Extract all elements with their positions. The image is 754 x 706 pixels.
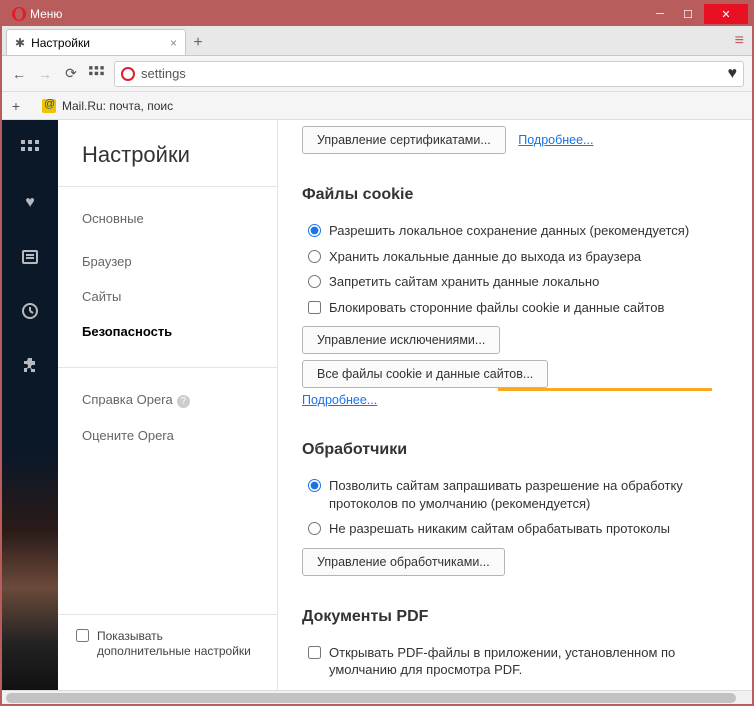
back-button[interactable]: ← bbox=[10, 65, 28, 83]
highlight-underline bbox=[498, 388, 712, 391]
reload-button[interactable]: ⟳ bbox=[62, 65, 80, 83]
sidebar-heading: Настройки bbox=[58, 142, 277, 186]
tab-strip: ✱ Настройки × + ≡ bbox=[2, 26, 752, 56]
opera-logo-icon bbox=[12, 7, 26, 21]
help-icon: ? bbox=[177, 395, 190, 408]
section-handlers: Обработчики Позволить сайтам запрашивать… bbox=[302, 441, 728, 582]
tab-settings[interactable]: ✱ Настройки × bbox=[6, 29, 186, 55]
cookie-opt-third[interactable]: Блокировать сторонние файлы cookie и дан… bbox=[302, 295, 728, 321]
address-input[interactable] bbox=[141, 66, 737, 81]
https-more-link[interactable]: Подробнее... bbox=[518, 133, 593, 147]
cookie-opt-block[interactable]: Запретить сайтам хранить данные локально bbox=[302, 269, 728, 295]
pdf-opt[interactable]: Открывать PDF-файлы в приложении, устано… bbox=[302, 640, 728, 683]
settings-panel[interactable]: HTTPS/SSL Управление сертификатами... По… bbox=[278, 120, 752, 690]
cookie-opt-session[interactable]: Хранить локальные данные до выхода из бр… bbox=[302, 244, 728, 270]
close-button[interactable]: ✕ bbox=[704, 4, 748, 24]
advanced-settings-checkbox[interactable]: Показывать дополнительные настройки bbox=[76, 629, 259, 660]
cookie-exceptions-button[interactable]: Управление исключениями... bbox=[302, 326, 500, 354]
speed-dial-icon[interactable] bbox=[88, 65, 106, 83]
menu-label: Меню bbox=[30, 7, 62, 21]
tab-menu-icon[interactable]: ≡ bbox=[735, 32, 744, 50]
add-bookmark-button[interactable]: + bbox=[8, 98, 24, 114]
close-tab-icon[interactable]: × bbox=[170, 36, 177, 50]
navbar: ← → ⟳ ♥ bbox=[2, 56, 752, 92]
minimize-button[interactable]: ─ bbox=[646, 4, 674, 24]
manage-certificates-button[interactable]: Управление сертификатами... bbox=[302, 126, 506, 154]
scrollbar-thumb[interactable] bbox=[6, 693, 736, 703]
new-tab-button[interactable]: + bbox=[186, 31, 210, 55]
sidebar-item-rate[interactable]: Оцените Opera bbox=[58, 418, 277, 453]
manage-handlers-button[interactable]: Управление обработчиками... bbox=[302, 548, 505, 576]
menu-button[interactable]: Меню bbox=[6, 7, 68, 21]
sidebar-item-browser[interactable]: Браузер bbox=[58, 244, 277, 279]
horizontal-scrollbar[interactable] bbox=[2, 690, 752, 704]
sidebar-item-sites[interactable]: Сайты bbox=[58, 279, 277, 314]
speeddial-rail-icon[interactable] bbox=[19, 138, 41, 160]
section-cookies-heading: Файлы cookie bbox=[302, 186, 728, 204]
sidebar-item-security[interactable]: Безопасность bbox=[58, 314, 277, 349]
handlers-opt-deny[interactable]: Не разрешать никаким сайтам обрабатывать… bbox=[302, 516, 728, 542]
section-pdf-heading: Документы PDF bbox=[302, 608, 728, 626]
sidebar-item-basic[interactable]: Основные bbox=[58, 201, 277, 236]
section-cookies: Файлы cookie Разрешить локальное сохране… bbox=[302, 186, 728, 415]
news-rail-icon[interactable] bbox=[19, 246, 41, 268]
content-area: ♥ Настройки Основные Браузер Сайты Безоп… bbox=[2, 120, 752, 690]
bookmark-item[interactable]: Mail.Ru: почта, поис bbox=[62, 99, 173, 113]
handlers-opt-allow[interactable]: Позволить сайтам запрашивать разрешение … bbox=[302, 473, 728, 516]
tab-title: Настройки bbox=[31, 36, 90, 50]
cookie-all-data-button[interactable]: Все файлы cookie и данные сайтов... bbox=[302, 360, 548, 388]
section-pdf: Документы PDF Открывать PDF-файлы в прил… bbox=[302, 608, 728, 683]
cookies-more-link[interactable]: Подробнее... bbox=[302, 393, 377, 407]
history-rail-icon[interactable] bbox=[19, 300, 41, 322]
bookmark-favicon bbox=[42, 99, 56, 113]
address-bar[interactable]: ♥ bbox=[114, 61, 744, 87]
bookmark-heart-icon[interactable]: ♥ bbox=[728, 65, 738, 83]
browser-window: Меню ─ ☐ ✕ ✱ Настройки × + ≡ ← → ⟳ ♥ + bbox=[0, 0, 754, 706]
forward-button[interactable]: → bbox=[36, 65, 54, 83]
extensions-rail-icon[interactable] bbox=[19, 354, 41, 376]
titlebar: Меню ─ ☐ ✕ bbox=[2, 2, 752, 26]
sidebar-item-help[interactable]: Справка Opera? bbox=[58, 382, 277, 418]
settings-sidebar: Настройки Основные Браузер Сайты Безопас… bbox=[58, 120, 278, 690]
heart-rail-icon[interactable]: ♥ bbox=[19, 192, 41, 214]
site-icon bbox=[121, 67, 135, 81]
gear-icon: ✱ bbox=[15, 36, 25, 50]
advanced-settings-input[interactable] bbox=[76, 629, 89, 642]
bookmarks-bar: + Mail.Ru: почта, поис bbox=[2, 92, 752, 120]
left-rail: ♥ bbox=[2, 120, 58, 690]
cookie-opt-allow[interactable]: Разрешить локальное сохранение данных (р… bbox=[302, 218, 728, 244]
maximize-button[interactable]: ☐ bbox=[674, 4, 702, 24]
section-handlers-heading: Обработчики bbox=[302, 441, 728, 459]
